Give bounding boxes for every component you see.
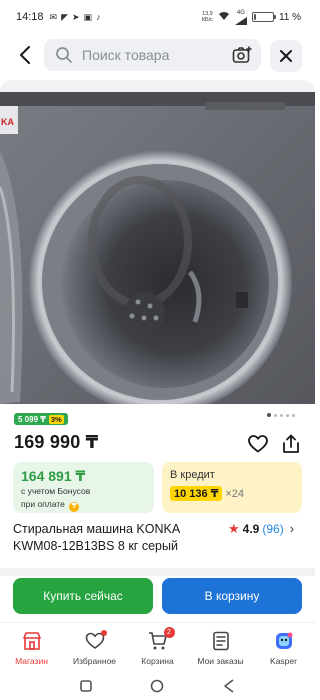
credit-row: 10 136 ₸ ×24 xyxy=(170,486,294,501)
search-placeholder: Поиск товара xyxy=(82,47,170,63)
back-arrow-icon xyxy=(20,46,30,64)
bonus-badge: 5 099 ₸ 3% xyxy=(14,413,68,425)
signal-icon xyxy=(234,16,247,25)
mail-icon: ✉ xyxy=(49,12,58,22)
buy-now-button[interactable]: Купить сейчас xyxy=(13,578,153,614)
home-circle-icon xyxy=(151,679,164,693)
bonus-badge-value: 5 099 ₸ xyxy=(18,414,46,424)
review-count: (96) xyxy=(262,521,284,536)
orders-icon xyxy=(211,631,231,651)
search-header: Поиск товара xyxy=(0,36,315,74)
pager-dot[interactable] xyxy=(280,413,283,417)
bonus-price: 164 891 ₸ xyxy=(21,468,86,484)
bottom-nav: Магазин Избранное 2 Корзина Мои заказы K… xyxy=(0,622,315,668)
system-back-button[interactable] xyxy=(221,678,237,694)
badges: 5 099 ₸ 3% xyxy=(14,413,68,425)
bonus-desc-row: при оплате ₸ xyxy=(21,499,146,512)
heart-icon xyxy=(248,435,268,453)
cart-icon: 2 xyxy=(148,627,175,651)
nav-item-orders[interactable]: Мои заказы xyxy=(189,623,252,668)
add-to-cart-button[interactable]: В корзину xyxy=(162,578,302,614)
credit-amount: 10 136 ₸ xyxy=(170,486,223,501)
close-button[interactable] xyxy=(270,40,302,72)
recent-apps-icon xyxy=(80,680,92,692)
nav-label-orders: Мои заказы xyxy=(197,656,244,666)
camera-icon xyxy=(232,46,252,63)
credit-card[interactable]: В кредит 10 136 ₸ ×24 xyxy=(162,462,302,513)
product-image[interactable]: KA xyxy=(0,92,315,404)
back-button[interactable] xyxy=(10,40,40,70)
location-icon: ◤ xyxy=(61,12,68,22)
star-icon: ★ xyxy=(228,520,240,536)
bonus-desc-line2: при оплате xyxy=(21,499,65,509)
nav-item-cart[interactable]: 2 Корзина xyxy=(126,623,189,668)
bonus-badge-percent: 3% xyxy=(48,414,64,424)
product-title: Стиральная машина KONKA KWM08-12B13BS 8 … xyxy=(13,522,180,553)
gallery-icon: ▣ xyxy=(83,12,93,22)
bonus-coin-icon: ₸ xyxy=(69,502,80,512)
search-input[interactable]: Поиск товара xyxy=(44,39,261,71)
battery-icon xyxy=(251,12,276,22)
net-type: 4G xyxy=(236,9,245,16)
heart-icon xyxy=(85,630,107,651)
nav-label-store: Магазин xyxy=(15,656,48,666)
home-button[interactable] xyxy=(149,678,165,694)
favorites-dot xyxy=(100,630,107,636)
close-icon xyxy=(280,50,292,62)
nav-item-store[interactable]: Магазин xyxy=(0,623,63,668)
signal-group: 4G xyxy=(234,9,247,25)
recent-apps-button[interactable] xyxy=(78,678,94,694)
status-bar: 14:18 ✉ ◤ ➤ ▣ ♪ 13,9 КБ/с 4G 11 % xyxy=(0,0,315,34)
nav-label-cart: Корзина xyxy=(141,656,174,666)
share-icon xyxy=(283,434,299,453)
brand-text: KA xyxy=(1,117,14,127)
pager-dot[interactable] xyxy=(267,413,271,417)
nav-item-favorites[interactable]: Избранное xyxy=(63,623,126,668)
tiktok-icon: ♪ xyxy=(96,12,101,22)
status-left: 14:18 ✉ ◤ ➤ ▣ ♪ xyxy=(16,11,101,23)
status-time: 14:18 xyxy=(16,11,44,23)
nav-label-kasper: Kasper xyxy=(270,656,297,666)
search-icon xyxy=(54,45,74,65)
status-right: 13,9 КБ/с 4G 11 % xyxy=(202,10,301,25)
pager-dot[interactable] xyxy=(292,413,295,417)
credit-label: В кредит xyxy=(170,469,215,481)
bonus-desc-line1: с учетом Бонусов xyxy=(21,486,91,496)
bonus-price-card[interactable]: 164 891 ₸ с учетом Бонусов при оплате ₸ xyxy=(13,462,154,513)
pager-dot[interactable] xyxy=(274,413,277,417)
share-button[interactable] xyxy=(279,432,303,456)
cart-count-badge: 2 xyxy=(163,627,175,638)
washing-machine-illustration: KA xyxy=(0,92,315,404)
credit-months: ×24 xyxy=(225,487,245,500)
net-speed-unit: КБ/с xyxy=(201,17,213,23)
camera-search-button[interactable] xyxy=(231,44,253,66)
product-price: 169 990 ₸ xyxy=(14,432,99,452)
favorite-button[interactable] xyxy=(246,432,270,456)
nav-label-favorites: Избранное xyxy=(72,656,117,666)
nav-item-kasper[interactable]: Kasper xyxy=(252,623,315,668)
battery-percent: 11 % xyxy=(278,11,301,23)
net-speed: 13,9 КБ/с xyxy=(202,11,213,23)
rating-link[interactable]: ★ 4.9 (96) › xyxy=(228,521,294,536)
store-icon xyxy=(22,631,42,651)
wifi-icon xyxy=(218,11,230,23)
rating-value: 4.9 xyxy=(242,521,260,536)
system-back-icon xyxy=(224,679,234,693)
pager-dot[interactable] xyxy=(286,413,289,417)
chevron-right-icon: › xyxy=(289,521,295,536)
image-pager xyxy=(267,413,295,417)
card-top-edge xyxy=(0,80,315,92)
section-divider xyxy=(0,568,315,576)
system-nav xyxy=(0,672,315,700)
kasper-icon xyxy=(274,631,294,651)
battery-fill xyxy=(253,14,256,20)
telegram-icon: ➤ xyxy=(72,12,80,22)
